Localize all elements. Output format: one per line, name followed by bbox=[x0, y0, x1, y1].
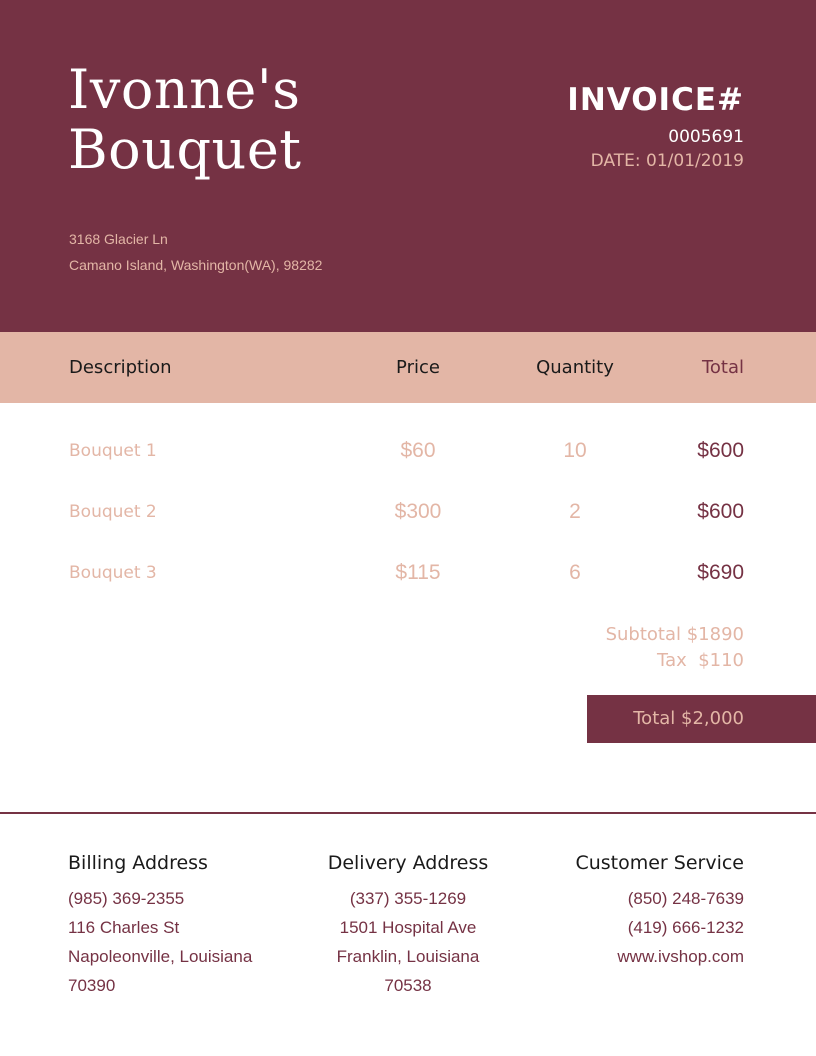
invoice-meta: INVOICE# 0005691 DATE: 01/01/2019 bbox=[567, 82, 744, 172]
subtotal-value: Subtotal $1890 bbox=[605, 624, 744, 645]
table-row: Bouquet 3 $115 6 $690 bbox=[0, 553, 816, 593]
row-price: $300 bbox=[394, 500, 442, 523]
invoice-number: 0005691 bbox=[668, 127, 744, 147]
shop-name-line-1: Ivonne's bbox=[68, 58, 301, 121]
delivery-address-section: Delivery Address (337) 355-1269 1501 Hos… bbox=[298, 848, 518, 1000]
invoice-header: Ivonne's Bouquet 3168 Glacier Ln Camano … bbox=[0, 0, 816, 332]
service-phone-2: (419) 666-1232 bbox=[627, 918, 744, 937]
tax-value: Tax $110 bbox=[657, 650, 744, 671]
delivery-phone: (337) 355-1269 bbox=[349, 889, 467, 908]
billing-address-section: Billing Address (985) 369-2355 116 Charl… bbox=[68, 848, 252, 1000]
delivery-city: Franklin, Louisiana bbox=[336, 947, 480, 966]
column-header-price: Price bbox=[396, 357, 440, 378]
billing-phone: (985) 369-2355 bbox=[68, 889, 185, 908]
billing-city: Napoleonville, Louisiana bbox=[68, 947, 253, 966]
service-website-link[interactable]: www.ivshop.com bbox=[575, 942, 744, 971]
invoice-date: DATE: 01/01/2019 bbox=[590, 151, 744, 171]
row-quantity: 10 bbox=[563, 439, 587, 462]
row-description: Bouquet 3 bbox=[69, 563, 157, 583]
table-row: Bouquet 1 $60 10 $600 bbox=[0, 431, 816, 471]
delivery-zip: 70538 bbox=[384, 976, 432, 995]
shop-address-line-1: 3168 Glacier Ln bbox=[69, 231, 168, 247]
row-total: $690 bbox=[697, 561, 744, 584]
summary-block: Subtotal $1890 Tax $110 bbox=[606, 622, 744, 674]
invoice-title: INVOICE# bbox=[567, 82, 744, 118]
delivery-address-title: Delivery Address bbox=[327, 852, 489, 874]
column-header-description: Description bbox=[69, 357, 172, 378]
row-price: $60 bbox=[400, 439, 436, 462]
service-phone-1: (850) 248-7639 bbox=[627, 889, 744, 908]
table-header: Description Price Quantity Total bbox=[0, 332, 816, 403]
billing-street: 116 Charles St bbox=[68, 918, 180, 937]
row-description: Bouquet 2 bbox=[69, 502, 157, 522]
column-header-quantity: Quantity bbox=[536, 357, 614, 378]
row-total: $600 bbox=[697, 439, 744, 462]
grand-total-badge: Total $2,000 bbox=[587, 695, 816, 743]
billing-address-title: Billing Address bbox=[68, 852, 208, 874]
row-quantity: 6 bbox=[569, 561, 581, 584]
customer-service-title: Customer Service bbox=[575, 852, 744, 874]
shop-address: 3168 Glacier Ln Camano Island, Washingto… bbox=[69, 226, 322, 278]
table-row: Bouquet 2 $300 2 $600 bbox=[0, 492, 816, 532]
shop-address-line-2: Camano Island, Washington(WA), 98282 bbox=[69, 257, 323, 273]
row-price: $115 bbox=[395, 561, 441, 584]
shop-name-line-2: Bouquet bbox=[68, 118, 302, 181]
row-quantity: 2 bbox=[569, 500, 581, 523]
column-header-total: Total bbox=[701, 357, 744, 378]
footer-divider bbox=[0, 812, 816, 814]
row-total: $600 bbox=[697, 500, 744, 523]
billing-zip: 70390 bbox=[68, 976, 116, 995]
row-description: Bouquet 1 bbox=[69, 441, 157, 461]
shop-name: Ivonne's Bouquet bbox=[68, 60, 488, 180]
customer-service-section: Customer Service (850) 248-7639 (419) 66… bbox=[575, 848, 744, 971]
delivery-street: 1501 Hospital Ave bbox=[339, 918, 477, 937]
